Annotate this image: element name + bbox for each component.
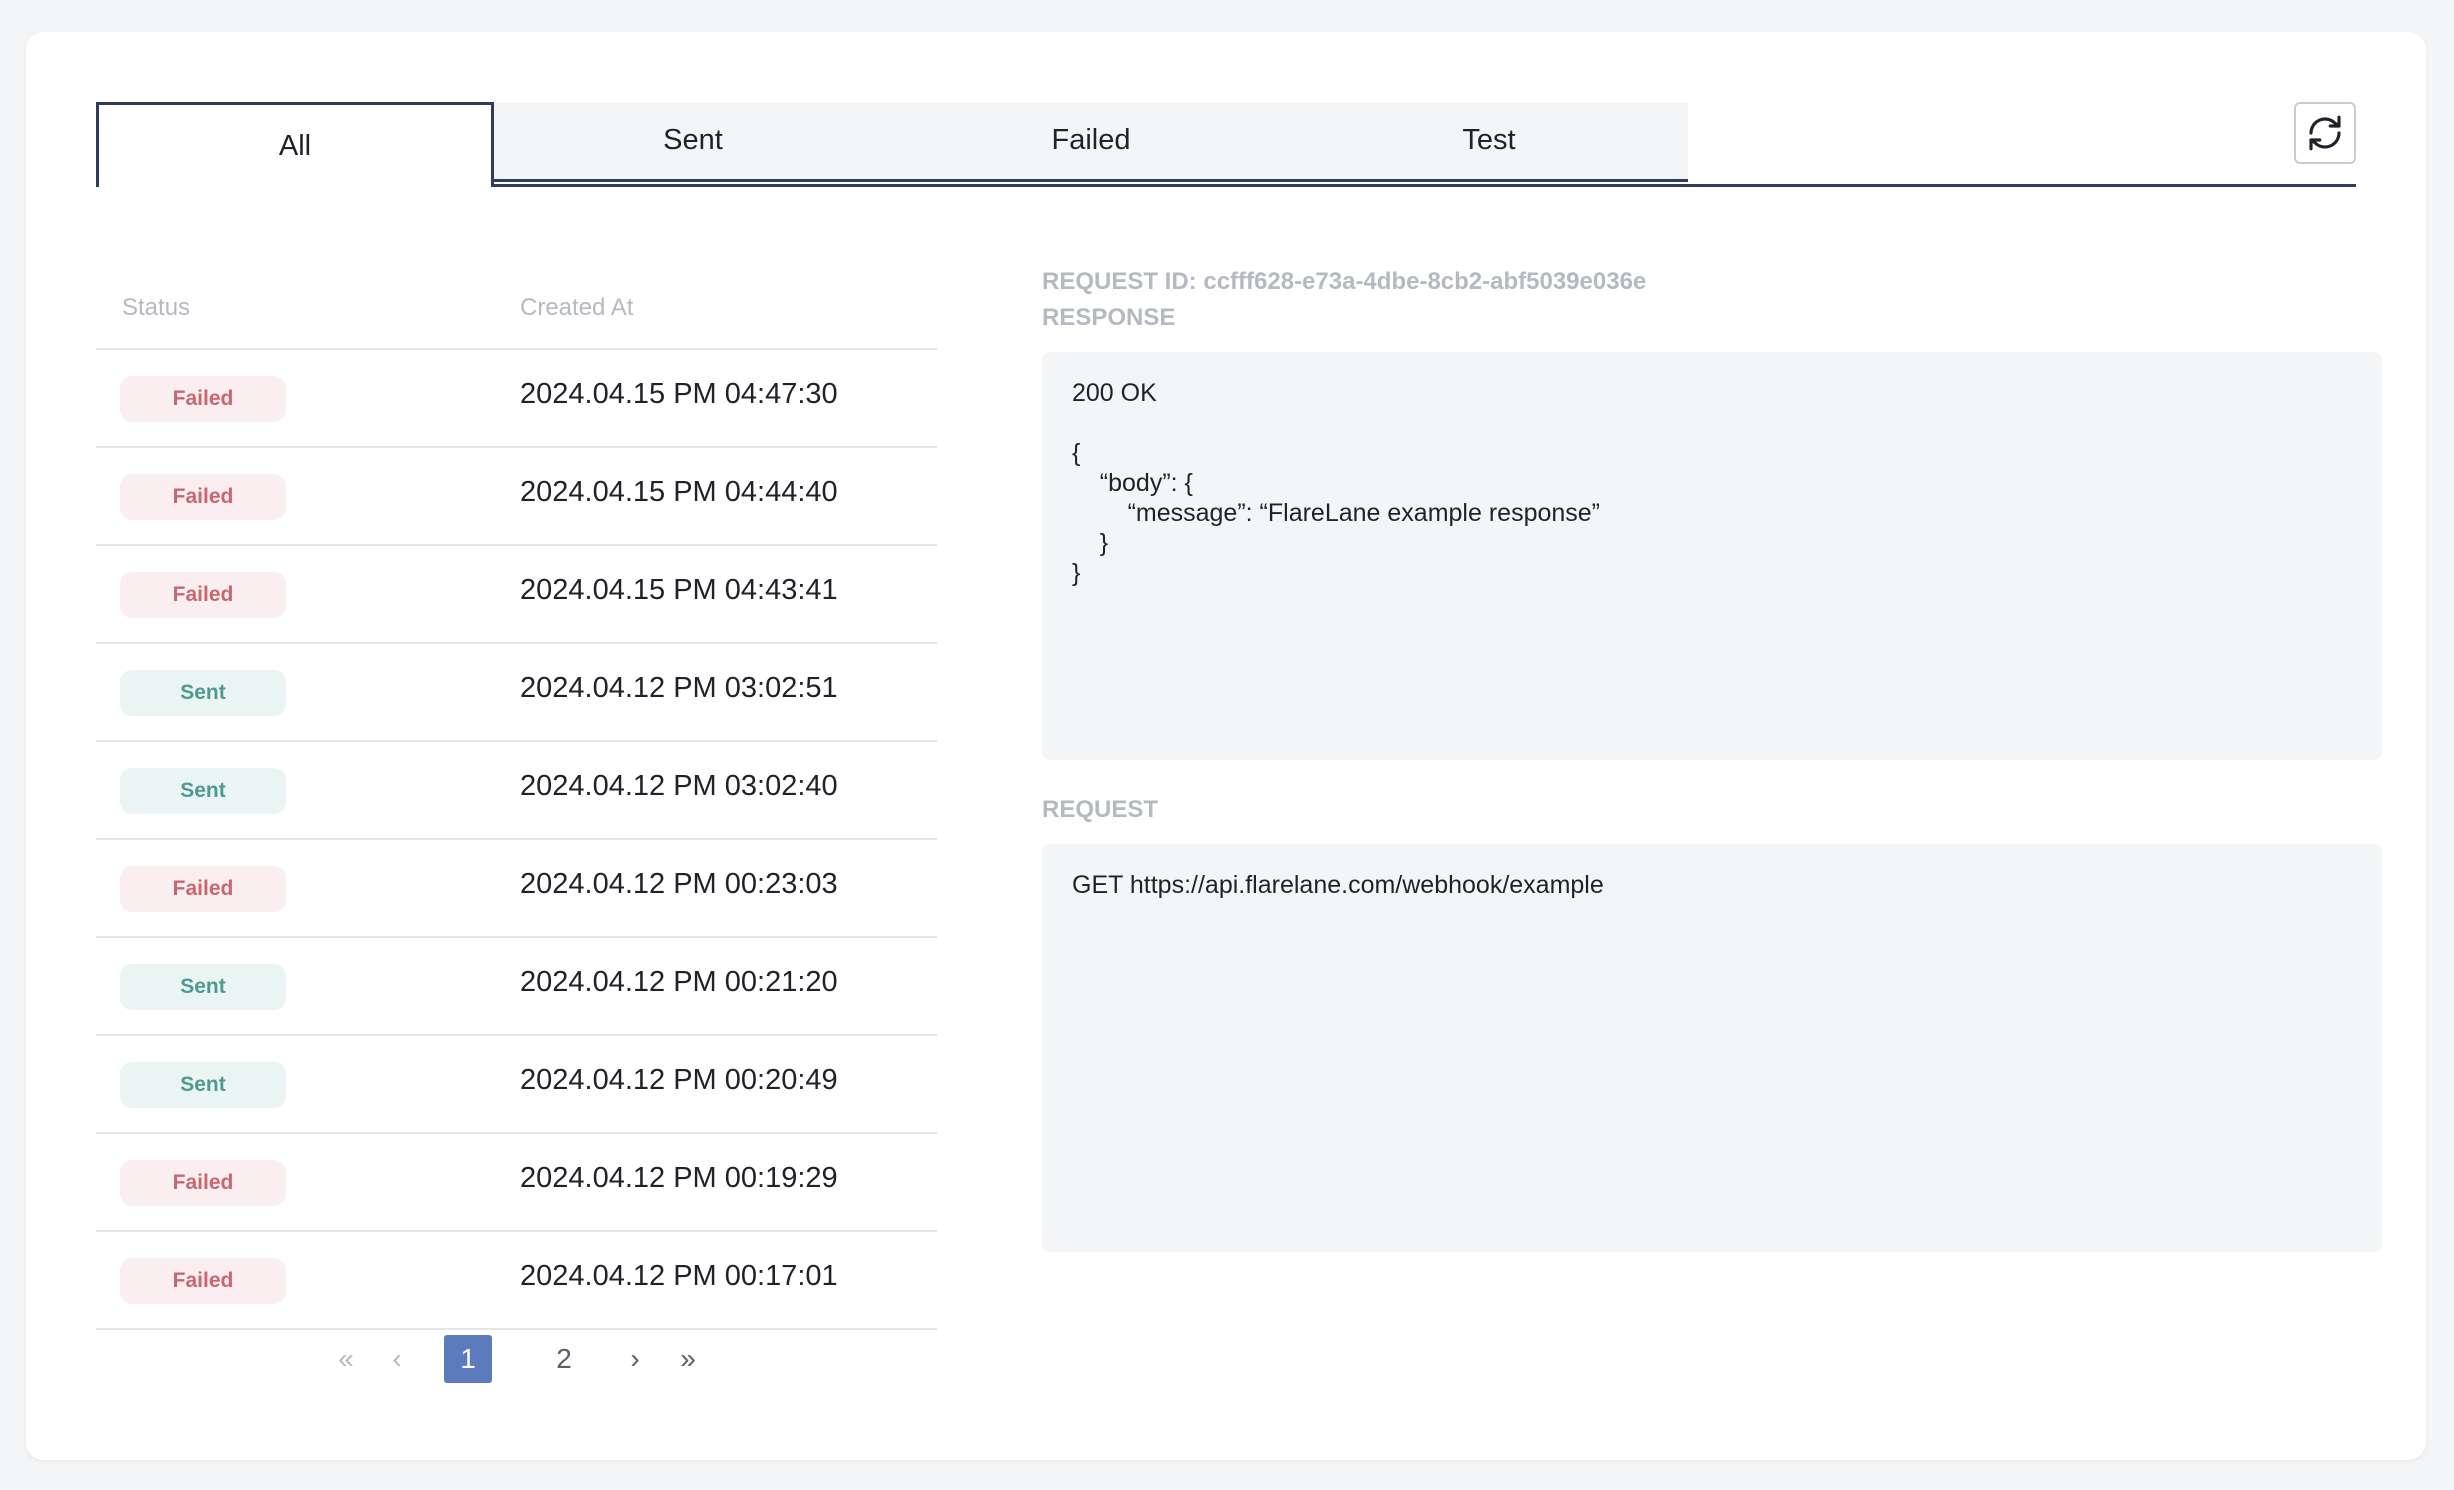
next-page-button[interactable]: › (618, 1335, 652, 1383)
table-row[interactable]: Failed 2024.04.12 PM 00:23:03 (96, 840, 937, 938)
prev-page-button[interactable]: ‹ (380, 1335, 414, 1383)
created-at-cell: 2024.04.15 PM 04:43:41 (520, 574, 838, 606)
tab-sent[interactable]: Sent (494, 102, 892, 182)
webhook-log-card: All Sent Failed Test Status Created At F… (26, 32, 2426, 1460)
status-badge: Failed (120, 1258, 286, 1304)
table-header: Status Created At (96, 242, 937, 350)
status-badge: Sent (120, 964, 286, 1010)
tab-test[interactable]: Test (1290, 102, 1688, 182)
page-button-1[interactable]: 1 (444, 1335, 492, 1383)
created-at-cell: 2024.04.12 PM 00:20:49 (520, 1064, 838, 1096)
status-badge: Sent (120, 1062, 286, 1108)
column-header-created-at: Created At (520, 294, 634, 321)
created-at-cell: 2024.04.12 PM 00:23:03 (520, 868, 838, 900)
refresh-button[interactable] (2294, 102, 2356, 164)
table-row[interactable]: Failed 2024.04.12 PM 00:19:29 (96, 1134, 937, 1232)
response-label: RESPONSE (1042, 304, 1176, 331)
created-at-cell: 2024.04.15 PM 04:44:40 (520, 476, 838, 508)
response-body: 200 OK { “body”: { “message”: “FlareLane… (1042, 352, 2382, 760)
status-badge: Failed (120, 1160, 286, 1206)
created-at-cell: 2024.04.12 PM 00:21:20 (520, 966, 838, 998)
status-badge: Sent (120, 768, 286, 814)
request-body: GET https://api.flarelane.com/webhook/ex… (1042, 844, 2382, 1252)
log-table: Status Created At Failed 2024.04.15 PM 04… (96, 242, 937, 1330)
status-badge: Failed (120, 572, 286, 618)
created-at-cell: 2024.04.12 PM 03:02:51 (520, 672, 838, 704)
table-row[interactable]: Sent 2024.04.12 PM 03:02:51 (96, 644, 937, 742)
tab-all[interactable]: All (96, 102, 494, 187)
pagination: « ‹ 1 2 › » (0, 1335, 2454, 1385)
request-id: REQUEST ID: ccfff628-e73a-4dbe-8cb2-abf5… (1042, 268, 1647, 295)
table-row[interactable]: Failed 2024.04.12 PM 00:17:01 (96, 1232, 937, 1330)
table-row[interactable]: Failed 2024.04.15 PM 04:43:41 (96, 546, 937, 644)
table-row[interactable]: Sent 2024.04.12 PM 00:20:49 (96, 1036, 937, 1134)
created-at-cell: 2024.04.12 PM 00:19:29 (520, 1162, 838, 1194)
column-header-status: Status (122, 294, 191, 321)
status-badge: Failed (120, 474, 286, 520)
page-button-2[interactable]: 2 (540, 1335, 588, 1383)
created-at-cell: 2024.04.12 PM 00:17:01 (520, 1260, 838, 1292)
table-row[interactable]: Sent 2024.04.12 PM 00:21:20 (96, 938, 937, 1036)
request-label: REQUEST (1042, 796, 1159, 823)
refresh-icon (2309, 115, 2341, 151)
status-badge: Failed (120, 376, 286, 422)
last-page-button[interactable]: » (668, 1335, 708, 1383)
created-at-cell: 2024.04.15 PM 04:47:30 (520, 378, 838, 410)
status-tabs: All Sent Failed Test (96, 102, 2356, 187)
first-page-button[interactable]: « (326, 1335, 366, 1383)
table-row[interactable]: Failed 2024.04.15 PM 04:47:30 (96, 350, 937, 448)
created-at-cell: 2024.04.12 PM 03:02:40 (520, 770, 838, 802)
tab-failed[interactable]: Failed (892, 102, 1290, 182)
status-badge: Failed (120, 866, 286, 912)
table-row[interactable]: Failed 2024.04.15 PM 04:44:40 (96, 448, 937, 546)
status-badge: Sent (120, 670, 286, 716)
table-row[interactable]: Sent 2024.04.12 PM 03:02:40 (96, 742, 937, 840)
